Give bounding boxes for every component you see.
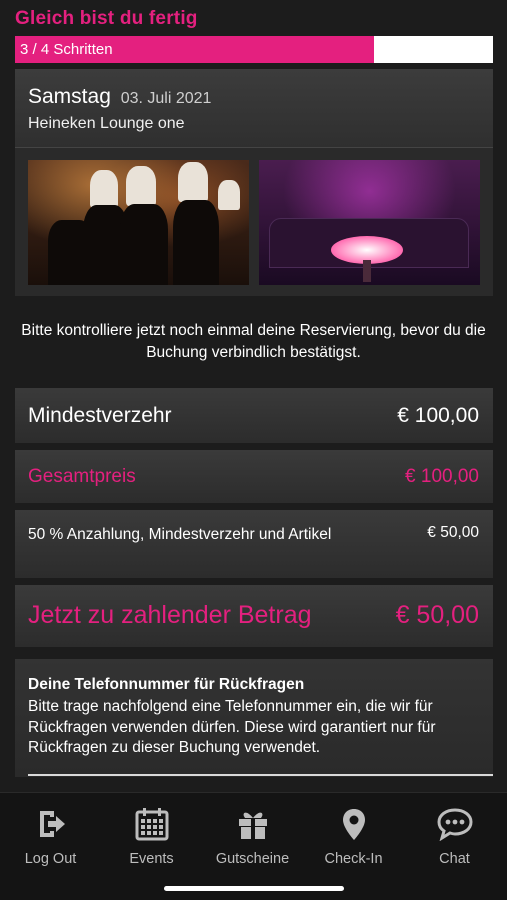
chat-bubble-icon	[436, 808, 473, 841]
amount-due-label: Jetzt zu zahlender Betrag	[28, 601, 312, 629]
deposit-row: 50 % Anzahlung, Mindestverzehr und Artik…	[15, 510, 493, 578]
event-header: Samstag 03. Juli 2021 Heineken Lounge on…	[15, 69, 493, 148]
step-progress-bar: 3 / 4 Schritten	[15, 36, 493, 63]
deposit-value: € 50,00	[427, 524, 479, 541]
event-venue: Heineken Lounge one	[28, 115, 185, 132]
minimum-spend-value: € 100,00	[397, 404, 479, 427]
calendar-icon	[135, 808, 168, 841]
map-pin-icon	[342, 809, 365, 840]
total-price-value: € 100,00	[405, 466, 479, 487]
logout-icon	[39, 811, 65, 837]
amount-due-row: Jetzt zu zahlender Betrag € 50,00	[15, 585, 493, 647]
bottom-tab-bar: Log Out Events Gutscheine Check-In Chat	[0, 792, 507, 900]
total-price-row: Gesamtpreis € 100,00	[15, 450, 493, 503]
page-title: Gleich bist du fertig	[15, 8, 198, 29]
event-photo-party	[28, 160, 249, 285]
review-instructions: Bitte kontrolliere jetzt noch einmal dei…	[21, 322, 486, 361]
tab-events[interactable]: Events	[101, 807, 202, 867]
phone-info-box: Deine Telefonnummer für Rückfragen Bitte…	[15, 659, 493, 777]
minimum-spend-row: Mindestverzehr € 100,00	[15, 388, 493, 443]
event-day-line: Samstag 03. Juli 2021	[28, 85, 211, 109]
phone-field-underline[interactable]	[28, 774, 493, 776]
amount-due-value: € 50,00	[395, 601, 479, 629]
home-indicator	[164, 886, 344, 891]
tab-gutscheine-label: Gutscheine	[215, 851, 290, 867]
tab-checkin[interactable]: Check-In	[303, 807, 404, 867]
event-card: Samstag 03. Juli 2021 Heineken Lounge on…	[15, 69, 493, 296]
phone-heading: Deine Telefonnummer für Rückfragen	[28, 676, 305, 693]
tab-logout[interactable]: Log Out	[0, 807, 101, 867]
event-photo-lounge	[259, 160, 480, 285]
total-price-label: Gesamtpreis	[28, 466, 136, 487]
phone-description: Bitte trage nachfolgend eine Telefonnumm…	[28, 698, 436, 756]
tab-chat[interactable]: Chat	[404, 807, 505, 867]
deposit-label: 50 % Anzahlung, Mindestverzehr und Artik…	[28, 526, 332, 543]
progress-label: 3 / 4 Schritten	[20, 41, 113, 58]
event-date: 03. Juli 2021	[120, 90, 212, 107]
tab-chat-label: Chat	[439, 851, 470, 867]
minimum-spend-label: Mindestverzehr	[28, 404, 172, 427]
event-day: Samstag	[28, 85, 111, 108]
tab-events-label: Events	[129, 851, 174, 867]
tab-logout-label: Log Out	[24, 851, 77, 867]
gift-icon	[238, 812, 267, 839]
tab-checkin-label: Check-In	[324, 851, 383, 867]
tab-gutscheine[interactable]: Gutscheine	[202, 807, 303, 867]
